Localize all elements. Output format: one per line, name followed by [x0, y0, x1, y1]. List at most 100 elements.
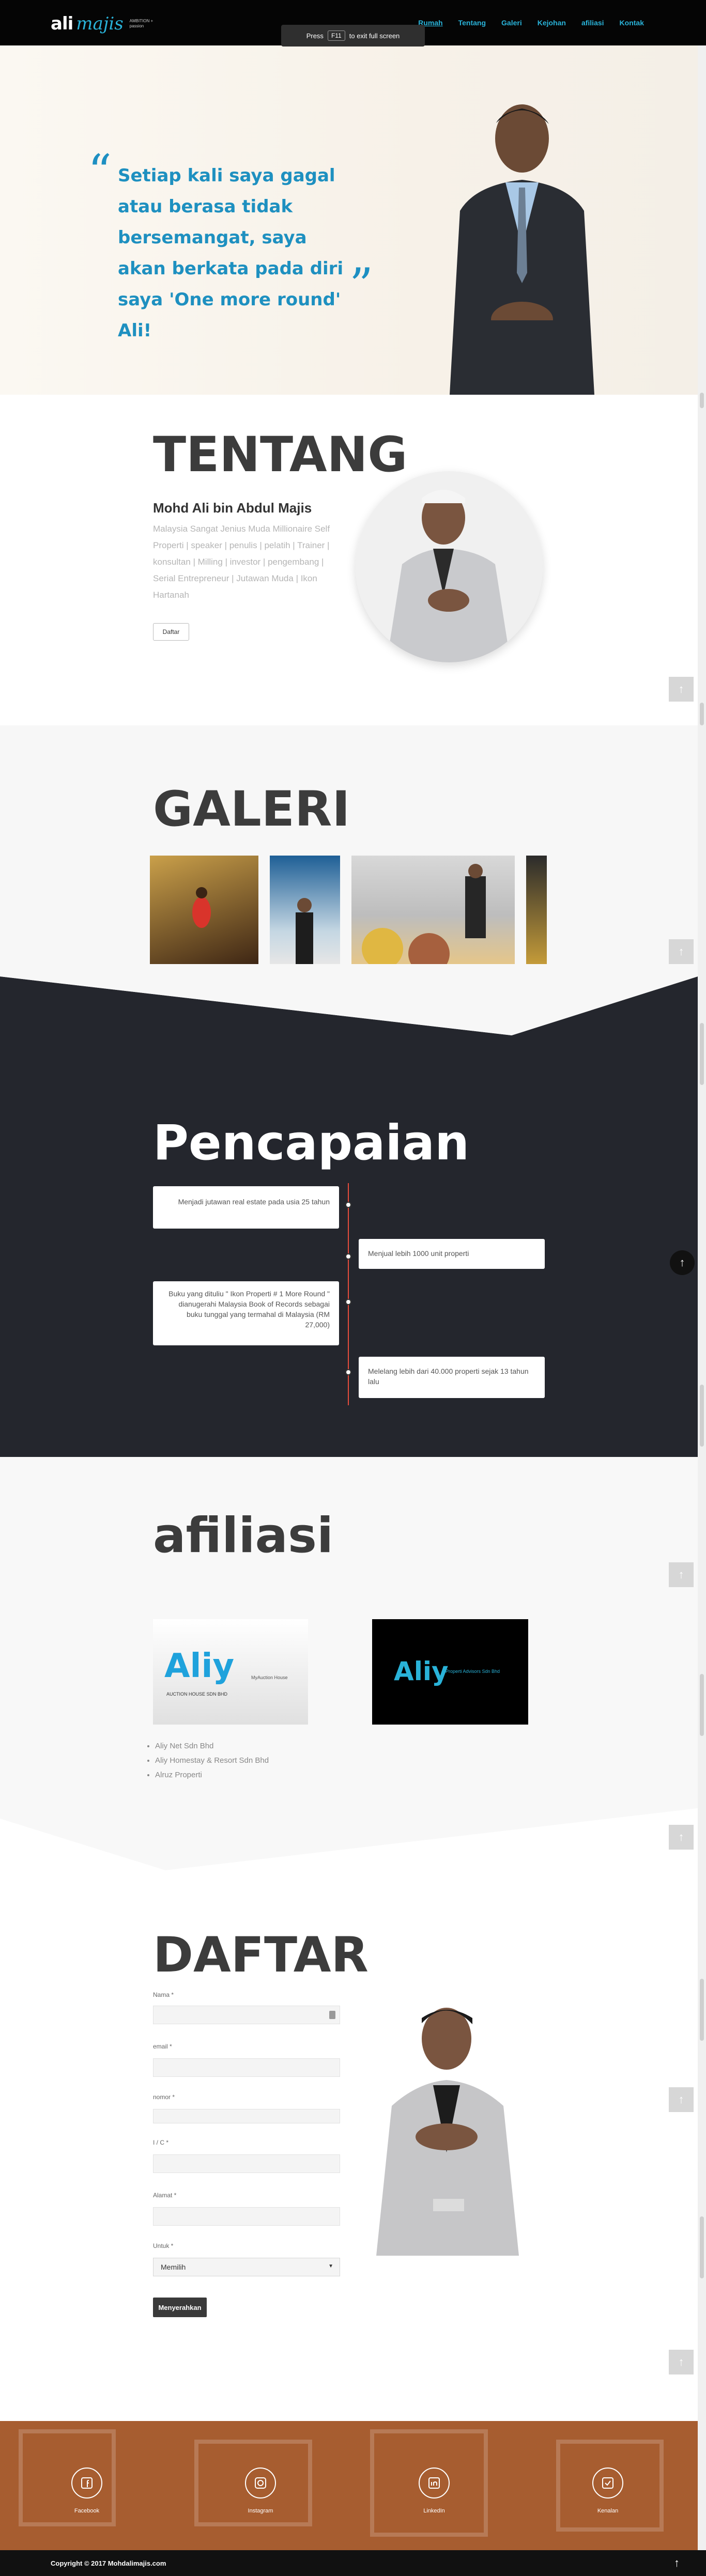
contact-icon [592, 2468, 623, 2499]
autofill-icon [329, 2011, 335, 2019]
timeline-dot-1 [345, 1202, 351, 1208]
phone-label: nomor * [153, 2093, 175, 2101]
affiliate-logo-2-main: Aliy [394, 1656, 449, 1686]
achievement-item-1: Menjadi jutawan real estate pada usia 25… [153, 1186, 339, 1229]
fullscreen-notice: Press F11 to exit full screen [281, 25, 425, 46]
chevron-down-icon: ▼ [328, 2263, 333, 2269]
affiliate-logo-auction-house[interactable]: Aliy AUCTION HOUSE SDN BHD MyAuction Hou… [153, 1619, 308, 1725]
gallery-title: GALERI [153, 781, 350, 837]
achievements-title: Pencapaian [153, 1115, 470, 1171]
instagram-label: Instagram [248, 2508, 273, 2514]
affiliate-logo-1-sub: AUCTION HOUSE SDN BHD [166, 1692, 228, 1697]
facebook-label: Facebook [74, 2508, 100, 2514]
name-field[interactable] [153, 2006, 340, 2024]
daftar-button[interactable]: Daftar [153, 623, 189, 641]
copyright-bar: Copyright © 2017 Mohdalimajis.com ↑ [0, 2550, 706, 2576]
about-photo [356, 471, 543, 662]
nav-afiliasi[interactable]: afiliasi [581, 19, 604, 27]
section-divider [0, 1808, 698, 1870]
scroll-top-button-6[interactable]: ↑ [669, 2087, 694, 2112]
scrollbar-marker [700, 1674, 704, 1736]
instagram-link[interactable]: Instagram [245, 2468, 276, 2514]
address-label: Alamat * [153, 2192, 177, 2199]
linkedin-label: LinkedIn [423, 2508, 445, 2514]
scrollbar-marker [700, 1385, 704, 1447]
affiliate-list-item: Aliy Homestay & Resort Sdn Bhd [155, 1753, 269, 1768]
nav-kontak[interactable]: Kontak [620, 19, 644, 27]
submit-button[interactable]: Menyerahkan [153, 2298, 207, 2317]
scrollbar-marker [700, 1023, 704, 1085]
email-label: email * [153, 2043, 172, 2050]
timeline-dot-3 [345, 1299, 351, 1305]
gallery-image-4[interactable] [526, 856, 547, 964]
about-portrait [356, 471, 543, 662]
scrollbar-track[interactable] [698, 0, 706, 2550]
address-field[interactable] [153, 2207, 340, 2226]
scroll-top-button-4[interactable]: ↑ [669, 1562, 694, 1587]
back-to-top-icon[interactable]: ↑ [674, 2556, 680, 2570]
logo-majis: majis [76, 13, 124, 34]
linkedin-icon [419, 2468, 450, 2499]
gallery-image-1[interactable] [150, 856, 258, 964]
register-photo [356, 1982, 543, 2256]
main-nav: Rumah Tentang Galeri Kejohan afiliasi Ko… [418, 19, 644, 27]
ic-label: I / C * [153, 2139, 169, 2146]
phone-field[interactable] [153, 2109, 340, 2123]
hero-section: “ Setiap kali saya gagal atau berasa tid… [0, 45, 698, 395]
ic-field[interactable] [153, 2154, 340, 2173]
register-portrait [356, 1982, 543, 2256]
register-title: DAFTAR [153, 1927, 369, 1983]
nav-galeri[interactable]: Galeri [501, 19, 522, 27]
page: ali majis AMBITION + passion Rumah Tenta… [0, 0, 706, 2576]
purpose-select[interactable]: Memilih ▼ [153, 2258, 340, 2276]
achievements-section [0, 976, 698, 1457]
timeline-dot-2 [345, 1253, 351, 1260]
achievement-item-3: Buku yang dituliu " Ikon Properti # 1 Mo… [153, 1281, 339, 1345]
fullscreen-prefix: Press [306, 32, 324, 40]
scroll-top-button-5[interactable]: ↑ [669, 1825, 694, 1850]
affiliate-logo-advisors[interactable]: Aliy Properti Advisors Sdn Bhd [372, 1619, 528, 1725]
affiliates-list: Aliy Net Sdn Bhd Aliy Homestay & Resort … [155, 1739, 269, 1782]
quote-open-icon: “ [88, 145, 112, 199]
linkedin-link[interactable]: LinkedIn [419, 2468, 450, 2514]
affiliate-logo-1-main: Aliy [164, 1647, 235, 1685]
fullscreen-key: F11 [327, 30, 345, 41]
email-field[interactable] [153, 2058, 340, 2077]
scroll-top-button-2[interactable]: ↑ [669, 939, 694, 964]
scrollbar-thumb[interactable] [700, 393, 704, 408]
achievement-item-4: Melelang lebih dari 40.000 properti seja… [359, 1357, 545, 1398]
scrollbar-marker [700, 1979, 704, 2041]
scroll-top-button-7[interactable]: ↑ [669, 2350, 694, 2375]
affiliate-logo-2-sub: Properti Advisors Sdn Bhd [446, 1669, 500, 1674]
gallery-image-2[interactable] [270, 856, 340, 964]
logo-tagline-2: passion [129, 24, 144, 28]
logo-tagline: AMBITION + passion [130, 19, 154, 29]
copyright-text: Copyright © 2017 Mohdalimajis.com [51, 2559, 166, 2567]
gallery-image-3[interactable] [351, 856, 515, 964]
facebook-link[interactable]: Facebook [71, 2468, 102, 2514]
name-label: Nama * [153, 1991, 174, 1998]
contact-label: Kenalan [597, 2508, 619, 2514]
purpose-select-value: Memilih [161, 2263, 186, 2271]
logo-ali: ali [51, 13, 73, 34]
facebook-icon [71, 2468, 102, 2499]
instagram-icon [245, 2468, 276, 2499]
affiliate-list-item: Alruz Properti [155, 1768, 269, 1782]
about-description: Malaysia Sangat Jenius Muda Millionaire … [153, 524, 330, 600]
timeline-dot-4 [345, 1369, 351, 1375]
about-title: TENTANG [153, 427, 408, 483]
fullscreen-suffix: to exit full screen [349, 32, 400, 40]
site-logo[interactable]: ali majis AMBITION + passion [51, 13, 153, 34]
nav-tentang[interactable]: Tentang [458, 19, 486, 27]
scroll-top-button-3[interactable]: ↑ [670, 1250, 695, 1275]
nav-kejohan[interactable]: Kejohan [538, 19, 566, 27]
logo-tagline-1: AMBITION + [129, 19, 154, 23]
purpose-label: Untuk * [153, 2242, 174, 2249]
quote-close-icon: ” [349, 258, 374, 313]
scroll-top-button-1[interactable]: ↑ [669, 677, 694, 702]
scrollbar-marker [700, 703, 704, 725]
affiliate-logo-1-side: MyAuction House [251, 1675, 288, 1680]
contact-link[interactable]: Kenalan [592, 2468, 623, 2514]
hero-quote: Setiap kali saya gagal atau berasa tidak… [118, 165, 344, 341]
affiliate-list-item: Aliy Net Sdn Bhd [155, 1739, 269, 1753]
